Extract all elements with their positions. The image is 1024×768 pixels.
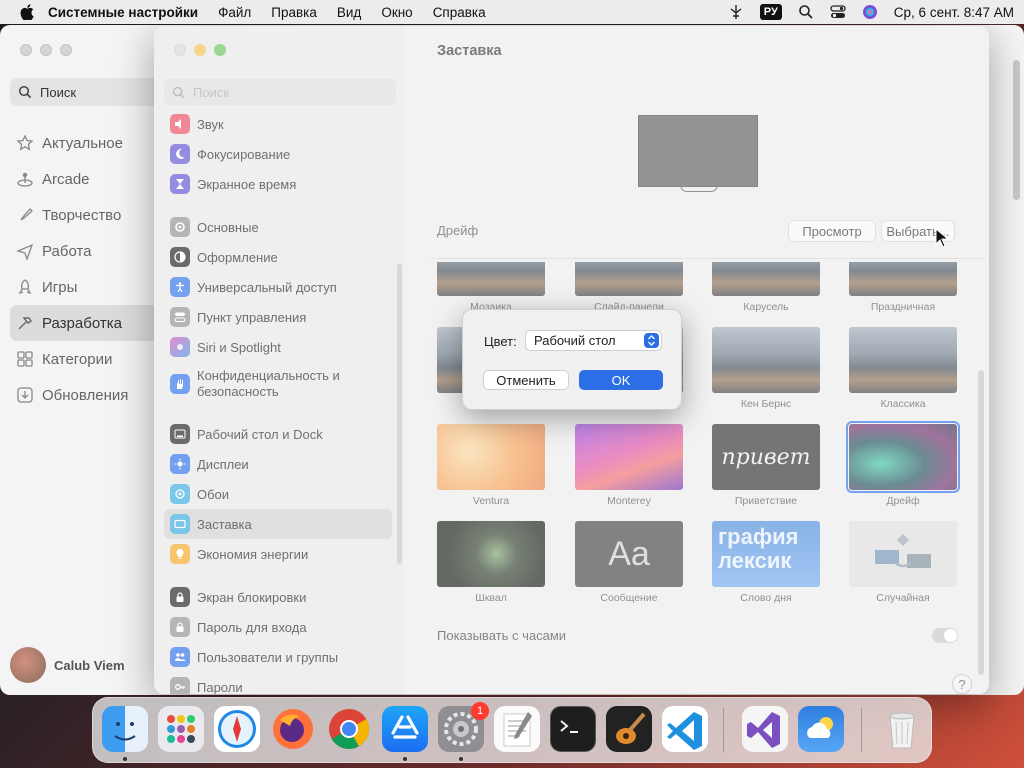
visual-studio-icon[interactable]	[742, 706, 788, 752]
vscode-icon[interactable]	[662, 706, 708, 752]
nav-label: Категории	[42, 350, 113, 368]
nav-discover[interactable]: Актуальное	[10, 125, 160, 161]
user-name: Calub Viem	[54, 657, 125, 673]
avatar	[10, 647, 46, 683]
nav-label: Разработка	[42, 314, 122, 332]
siri-icon[interactable]	[862, 4, 878, 20]
grid-icon	[17, 351, 33, 367]
menu-window[interactable]: Окно	[381, 5, 412, 20]
search-icon	[18, 85, 32, 99]
zoom-icon[interactable]	[60, 44, 72, 56]
rocket-icon	[18, 279, 32, 295]
nav-label: Arcade	[42, 170, 90, 188]
ok-button[interactable]: OK	[579, 370, 663, 390]
nav-label: Творчество	[42, 206, 122, 224]
menu-edit[interactable]: Правка	[271, 5, 317, 20]
safari-icon[interactable]	[214, 706, 260, 752]
color-popup-value: Рабочий стол	[534, 333, 616, 348]
running-indicator	[123, 757, 127, 761]
weather-icon[interactable]	[798, 706, 844, 752]
nav-categories[interactable]: Категории	[10, 341, 160, 377]
nav-develop[interactable]: Разработка	[10, 305, 160, 341]
nav-label: Игры	[42, 278, 78, 296]
app-store-icon[interactable]	[382, 706, 428, 752]
app-store-scrollbar[interactable]	[1013, 60, 1020, 200]
hammer-icon	[18, 317, 32, 330]
color-popup[interactable]: Рабочий стол	[525, 330, 662, 351]
dock-separator	[723, 708, 724, 752]
dock: 1	[92, 697, 932, 763]
download-icon	[17, 387, 33, 403]
nav-label: Работа	[42, 242, 92, 260]
menu-file[interactable]: Файл	[218, 5, 251, 20]
menu-app-name[interactable]: Системные настройки	[48, 5, 198, 20]
running-indicator	[459, 757, 463, 761]
menu-help[interactable]: Справка	[433, 5, 486, 20]
running-indicator	[403, 757, 407, 761]
menu-bar: Системные настройки Файл Правка Вид Окно…	[0, 0, 1024, 24]
close-icon[interactable]	[20, 44, 32, 56]
app-store-search-label: Поиск	[40, 84, 77, 100]
nav-play[interactable]: Игры	[10, 269, 160, 305]
apple-menu-icon[interactable]	[20, 4, 34, 20]
paperplane-icon	[16, 243, 34, 260]
nav-label: Обновления	[42, 386, 129, 404]
garageband-icon[interactable]	[606, 706, 652, 752]
chevron-updown-icon	[644, 333, 659, 348]
nav-create[interactable]: Творчество	[10, 197, 160, 233]
app-store-account[interactable]: Calub Viem	[10, 647, 125, 683]
menu-view[interactable]: Вид	[337, 5, 361, 20]
finder-icon[interactable]	[102, 706, 148, 752]
network-icon[interactable]	[728, 4, 744, 20]
menu-clock[interactable]: Ср, 6 сент. 8:47 AM	[894, 5, 1014, 20]
notification-badge: 1	[471, 702, 489, 720]
control-center-icon[interactable]	[830, 4, 846, 20]
trash-icon[interactable]	[879, 706, 925, 752]
chrome-icon[interactable]	[326, 706, 372, 752]
nav-arcade[interactable]: Arcade	[10, 161, 160, 197]
app-store-traffic-lights	[20, 44, 72, 56]
nav-work[interactable]: Работа	[10, 233, 160, 269]
color-label: Цвет:	[484, 334, 517, 349]
spotlight-search-icon[interactable]	[798, 4, 814, 20]
star-icon	[16, 134, 34, 151]
terminal-icon[interactable]	[550, 706, 596, 752]
nav-updates[interactable]: Обновления	[10, 377, 160, 413]
nav-label: Актуальное	[42, 134, 123, 152]
textedit-icon[interactable]	[494, 706, 540, 752]
launchpad-icon[interactable]	[158, 706, 204, 752]
joystick-icon	[17, 172, 33, 187]
paintbrush-icon	[20, 208, 33, 221]
dock-separator	[861, 708, 862, 752]
drift-options-sheet: Цвет: Рабочий стол Отменить OK	[462, 309, 682, 410]
minimize-icon[interactable]	[40, 44, 52, 56]
app-store-search-field[interactable]: Поиск	[10, 78, 160, 106]
input-source-badge[interactable]: РУ	[759, 4, 782, 20]
firefox-icon[interactable]	[270, 706, 316, 752]
app-store-sidebar: Актуальное Arcade Творчество Работа Игры…	[10, 125, 160, 413]
mouse-pointer-icon	[935, 228, 949, 248]
cancel-button[interactable]: Отменить	[483, 370, 569, 390]
